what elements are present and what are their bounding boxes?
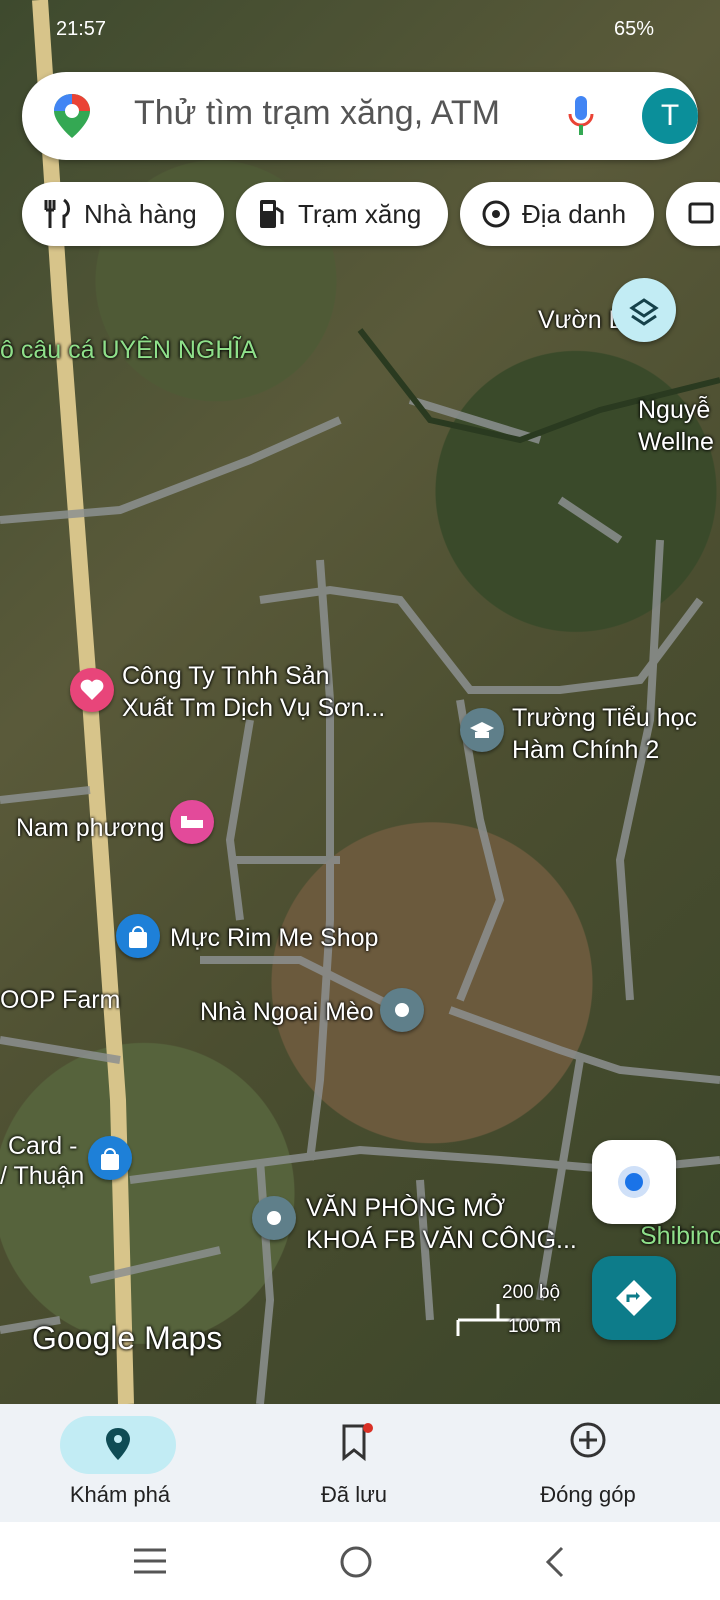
recent-apps-icon[interactable] xyxy=(130,1544,170,1578)
chip-restaurants[interactable]: Nhà hàng xyxy=(22,182,224,246)
nav-explore-label: Khám phá xyxy=(69,1482,171,1507)
map-label-nguyen[interactable]: Nguyễ xyxy=(638,396,710,425)
shopping-bag-icon xyxy=(129,926,147,948)
nav-saved[interactable]: Đã lưu xyxy=(234,1404,474,1522)
shop-place-marker-2[interactable] xyxy=(88,1136,132,1180)
home-icon[interactable] xyxy=(336,1542,376,1582)
bottom-navigation: Khám phá Đã lưu Đóng góp xyxy=(0,1404,720,1522)
place-pin-icon xyxy=(395,1003,409,1017)
map-label-muc-rim[interactable]: Mực Rim Me Shop xyxy=(170,924,378,953)
more-category-icon xyxy=(688,202,714,224)
search-placeholder[interactable]: Thử tìm trạm xăng, ATM xyxy=(134,94,500,133)
add-circle-icon xyxy=(570,1422,606,1458)
system-navigation-bar xyxy=(0,1522,720,1600)
map-label-nha-ngoai[interactable]: Nhà Ngoại Mèo xyxy=(200,998,374,1027)
map-label-nam-phuong[interactable]: Nam phương xyxy=(16,814,164,843)
layers-icon xyxy=(629,298,659,326)
layers-button[interactable] xyxy=(612,278,676,342)
map-label-loop-farm[interactable]: OOP Farm xyxy=(0,986,120,1015)
nav-explore-active-indicator xyxy=(60,1416,176,1474)
map-label-truong-line1[interactable]: Trường Tiểu học xyxy=(512,704,697,733)
search-bar[interactable]: Thử tìm trạm xăng, ATM T xyxy=(22,72,698,160)
place-marker[interactable] xyxy=(380,988,424,1032)
google-maps-pin-icon xyxy=(54,94,90,138)
directions-button[interactable] xyxy=(592,1256,676,1340)
bookmark-icon xyxy=(342,1423,373,1462)
chip-landmarks-label: Địa danh xyxy=(522,199,627,229)
heart-place-marker[interactable] xyxy=(70,668,114,712)
heart-icon xyxy=(80,679,104,700)
restaurant-icon xyxy=(44,198,70,228)
map-label-cau-ca[interactable]: ô câu cá UYÊN NGHĨA xyxy=(0,336,257,365)
account-avatar[interactable]: T xyxy=(642,88,698,144)
microphone-icon[interactable] xyxy=(566,94,596,138)
location-dot-icon xyxy=(618,1166,650,1198)
place-marker-2[interactable] xyxy=(252,1196,296,1240)
chip-gas-stations-label: Trạm xăng xyxy=(298,199,422,229)
nav-contribute-label: Đóng góp xyxy=(540,1482,636,1507)
chip-landmarks[interactable]: Địa danh xyxy=(460,182,654,246)
hotel-place-marker[interactable] xyxy=(170,800,214,844)
chip-restaurants-label: Nhà hàng xyxy=(84,199,197,229)
place-pin-icon xyxy=(267,1211,281,1225)
bed-icon xyxy=(181,816,203,828)
scale-meters-label: 100 m xyxy=(508,1316,561,1337)
map-label-van-phong-line2[interactable]: KHOÁ FB VĂN CÔNG... xyxy=(306,1226,577,1255)
school-icon xyxy=(470,722,494,738)
scale-feet-label: 200 bộ xyxy=(502,1282,561,1303)
map-label-truong-line2[interactable]: Hàm Chính 2 xyxy=(512,736,659,765)
nav-contribute[interactable]: Đóng góp xyxy=(468,1404,708,1522)
chip-gas-stations[interactable]: Trạm xăng xyxy=(236,182,448,246)
map-label-cong-ty-line2[interactable]: Xuất Tm Dịch Vụ Sơn... xyxy=(122,694,385,723)
shopping-bag-icon xyxy=(101,1148,119,1170)
school-place-marker[interactable] xyxy=(460,708,504,752)
map-label-card-line2[interactable]: / Thuận xyxy=(0,1162,84,1191)
shop-place-marker[interactable] xyxy=(116,914,160,958)
back-icon[interactable] xyxy=(540,1542,570,1582)
directions-icon xyxy=(616,1280,652,1316)
map-label-card-line1[interactable]: Card - xyxy=(8,1132,77,1161)
nav-saved-label: Đã lưu xyxy=(320,1482,388,1507)
map-label-shibino[interactable]: Shibino xyxy=(640,1222,720,1251)
map-label-van-phong-line1[interactable]: VĂN PHÒNG MỞ xyxy=(306,1194,505,1223)
status-battery: 65% xyxy=(613,18,654,40)
status-bar: 21:57 65% xyxy=(0,14,720,48)
nav-explore[interactable]: Khám phá xyxy=(0,1404,240,1522)
explore-pin-icon xyxy=(106,1428,130,1460)
landmark-icon xyxy=(482,200,510,228)
map-label-wellness[interactable]: Wellne xyxy=(638,428,714,457)
status-time: 21:57 xyxy=(56,18,107,40)
my-location-button[interactable] xyxy=(592,1140,676,1224)
gas-station-icon xyxy=(260,200,284,228)
notification-badge xyxy=(363,1423,373,1433)
map-label-cong-ty-line1[interactable]: Công Ty Tnhh Sản xyxy=(122,662,330,691)
google-maps-logo: Google Maps xyxy=(32,1320,223,1356)
